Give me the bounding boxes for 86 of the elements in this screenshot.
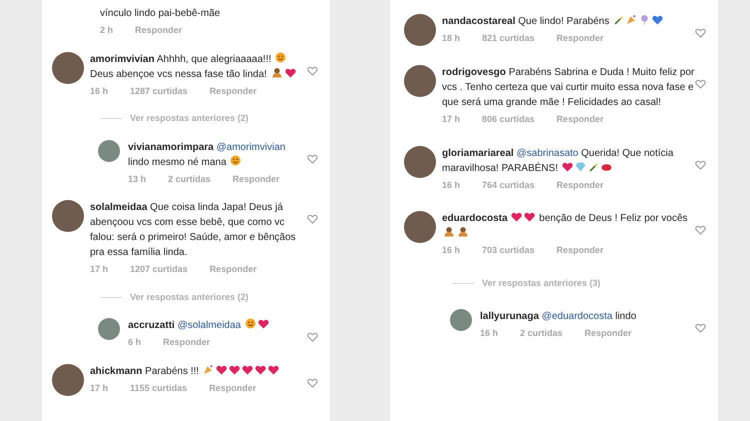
reply-link[interactable]: Responder	[584, 327, 632, 340]
like-count[interactable]: 1207 curtidas	[130, 263, 188, 276]
comment-time: 17 h	[90, 263, 108, 276]
avatar[interactable]	[404, 14, 436, 46]
person-emoji-icon	[457, 226, 469, 237]
comment-text: lallyurunaga @eduardocosta lindo	[480, 310, 638, 324]
reply-link[interactable]: Responder	[210, 263, 257, 276]
like-count[interactable]: 2 curtidas	[168, 172, 211, 186]
avatar[interactable]	[404, 211, 436, 243]
like-heart-icon[interactable]	[695, 160, 706, 170]
reply-link[interactable]: Responder	[135, 24, 182, 38]
like-count[interactable]: 703 curtidas	[482, 244, 535, 258]
heart-emoji-icon	[284, 68, 296, 78]
party-popper-emoji-icon	[626, 14, 638, 25]
smiling-face-emoji-icon	[275, 52, 286, 62]
like-count[interactable]: 1155 curtidas	[130, 382, 188, 395]
heart-emoji-icon	[242, 364, 253, 374]
heart-emoji-icon	[511, 212, 522, 222]
reply-link[interactable]: Responder	[556, 32, 604, 46]
comment-text: accruzatti @solalmeidaa	[128, 318, 307, 333]
avatar[interactable]	[52, 52, 84, 84]
view-previous-replies-link[interactable]: Ver respostas anteriores (3)	[482, 276, 601, 290]
view-previous-replies-link[interactable]: Ver respostas anteriores (2)	[130, 112, 249, 126]
avatar[interactable]	[450, 309, 472, 331]
heart-emoji-icon	[258, 319, 269, 329]
like-count[interactable]: 2 curtidas	[520, 327, 563, 340]
heart-emoji-icon	[216, 364, 227, 374]
like-heart-icon[interactable]	[695, 323, 706, 333]
comment-text: rodrigovesgo Parabéns Sabrina e Duda ! Muito feliz por vcs . Tenho certeza que vai curtir muito essa nova fase e que será uma grande mãe ! Felicidades ao casal!	[442, 66, 695, 110]
person-emoji-icon	[270, 66, 283, 78]
comment-time: 16 h	[442, 244, 460, 257]
reply-link[interactable]: Responder	[556, 244, 604, 258]
like-heart-icon[interactable]	[307, 66, 318, 76]
heart-emoji-icon	[652, 15, 664, 25]
comment-time: 13 h	[128, 172, 146, 186]
comment-time: 17 h	[90, 382, 108, 394]
balloon-emoji-icon	[639, 14, 650, 25]
comment-time: 16 h	[480, 327, 498, 340]
reply-link[interactable]: Responder	[163, 336, 210, 350]
heart-emoji-icon	[228, 364, 240, 374]
heart-emoji-icon	[268, 364, 279, 374]
smiling-face-emoji-icon	[230, 154, 242, 166]
heart-emoji-icon	[562, 162, 573, 172]
avatar[interactable]	[52, 364, 84, 396]
comment-time: 17 h	[442, 113, 460, 126]
reply-link[interactable]: Responder	[210, 84, 257, 98]
heart-emoji-icon	[524, 212, 536, 222]
avatar[interactable]	[98, 140, 120, 162]
comment-text: vivianamorimpara @amorimvivian lindo mesmo né mana	[128, 140, 286, 170]
comment-text: solalmeidaa Que coisa linda Japa! Deus já abençoou vcs com esse bebê, que como vc falou: será o primeiro! Saúde, amor e bênçãos pra essa família linda.	[90, 201, 297, 260]
diamond-emoji-icon	[574, 162, 586, 172]
like-count[interactable]: 764 curtidas	[482, 178, 535, 192]
comment-time: 6 h	[128, 336, 142, 349]
like-count[interactable]: 1287 curtidas	[130, 84, 188, 98]
like-heart-icon[interactable]	[307, 332, 318, 342]
like-count[interactable]: 821 curtidas	[482, 32, 535, 46]
like-heart-icon[interactable]	[307, 378, 318, 388]
avatar[interactable]	[404, 65, 436, 97]
party-popper-emoji-icon	[202, 364, 214, 374]
heart-emoji-icon	[254, 364, 266, 374]
reply-link[interactable]: Responder	[556, 113, 604, 126]
reply-link[interactable]: Responder	[556, 178, 604, 192]
comment-time: 16 h	[442, 178, 460, 192]
comment-text: vínculo lindo pai-bebê-mãe	[100, 7, 222, 21]
comment-time: 18 h	[442, 32, 460, 45]
reply-link[interactable]: Responder	[232, 172, 280, 186]
comment-time: 16 h	[90, 84, 108, 98]
person-emoji-icon	[443, 226, 455, 237]
like-count[interactable]: 806 curtidas	[482, 113, 535, 126]
like-heart-icon[interactable]	[695, 28, 706, 38]
smiling-face-emoji-icon	[244, 318, 256, 329]
avatar[interactable]	[404, 146, 436, 178]
comment-text: ahickmann Parabéns !!!	[90, 364, 307, 378]
like-heart-icon[interactable]	[695, 79, 706, 89]
comment-text: gloriamariareal @sabrinasato Querida! Que notícia maravilhosa! PARABÉNS!	[442, 146, 674, 176]
comment-text: amorimvivian Ahhhh, que alegriaaaaa!!! Deus abençoe vcs nessa fase tão linda!	[90, 52, 307, 82]
view-previous-replies-link[interactable]: Ver respostas anteriores (2)	[130, 290, 249, 304]
comment-text: eduardocosta benção de Deus ! Feliz por vocês	[442, 211, 695, 241]
avatar[interactable]	[98, 318, 120, 340]
like-heart-icon[interactable]	[695, 225, 706, 235]
comment-text: nandacostareal Que lindo! Parabéns	[442, 14, 695, 29]
like-heart-icon[interactable]	[307, 214, 318, 224]
like-heart-icon[interactable]	[307, 154, 318, 164]
comment-time: 2 h	[100, 24, 114, 37]
reply-link[interactable]: Responder	[209, 382, 256, 395]
avatar[interactable]	[52, 200, 84, 232]
